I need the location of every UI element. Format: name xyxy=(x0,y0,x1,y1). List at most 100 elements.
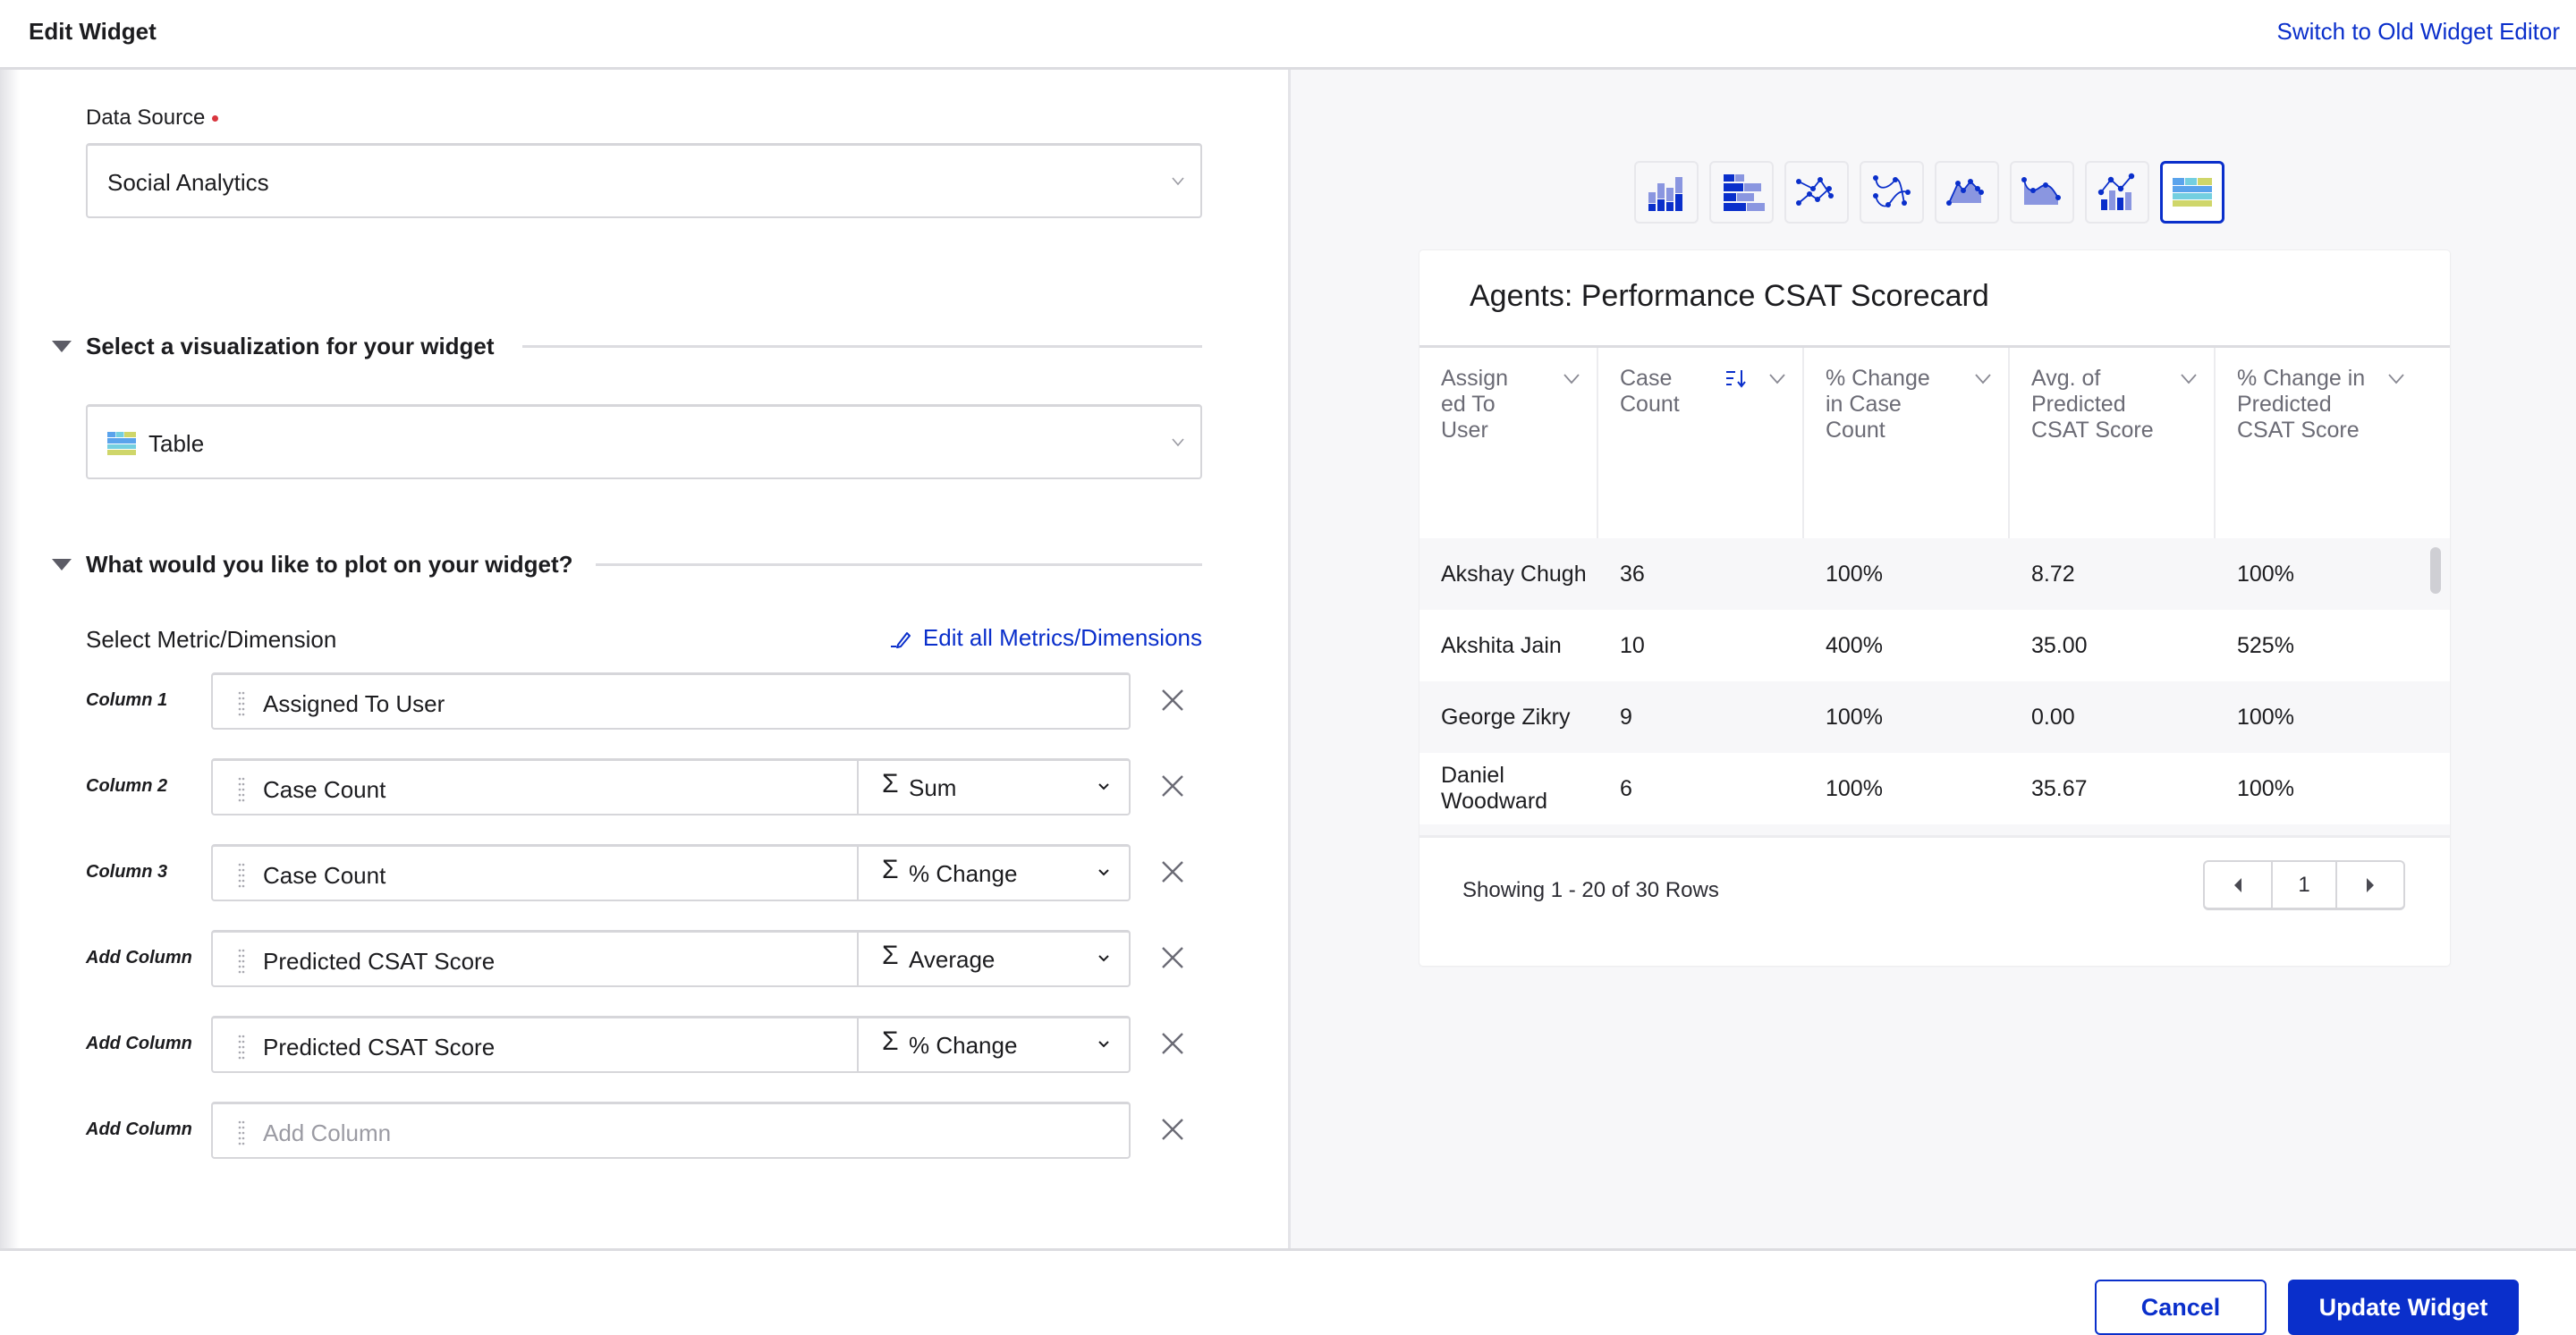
column-field-box: Case Count Σ % Change xyxy=(211,844,1131,901)
table-scrollbar[interactable] xyxy=(2430,547,2441,594)
collapse-triangle-icon xyxy=(52,341,72,352)
caret-left-icon xyxy=(2234,877,2241,892)
table-row[interactable]: Akshay Chugh 36 100% 8.72 100% xyxy=(1419,538,2450,610)
viz-combo-button[interactable] xyxy=(2085,161,2149,224)
spline-area-chart-icon xyxy=(2021,177,2061,205)
viz-area-button[interactable] xyxy=(1935,161,1999,224)
cell-pct-change-csat: 100% xyxy=(2237,704,2294,730)
column-header-text: Avg. of Predicted CSAT Score xyxy=(2031,366,2154,443)
widget-title: Agents: Performance CSAT Scorecard xyxy=(1470,279,1989,313)
drag-handle-icon[interactable] xyxy=(238,1120,245,1145)
cell-pct-change-case: 100% xyxy=(1826,775,1883,801)
cell-avg-csat: 8.72 xyxy=(2031,561,2075,587)
table-row[interactable]: Daniel Woodward 6 100% 35.67 100% xyxy=(1419,753,2450,824)
table-header: Assign ed To User Case Count % Change in… xyxy=(1419,345,2450,538)
next-page-button[interactable] xyxy=(2337,862,2403,908)
cell-pct-change-csat: 525% xyxy=(2237,632,2294,658)
column-header[interactable]: Avg. of Predicted CSAT Score xyxy=(2010,348,2216,538)
collapse-triangle-icon xyxy=(52,559,72,570)
column-field-input[interactable]: Predicted CSAT Score xyxy=(263,1034,495,1061)
chevron-down-icon[interactable] xyxy=(2387,373,2405,385)
drag-handle-icon[interactable] xyxy=(238,1035,245,1060)
cell-pct-change-case: 400% xyxy=(1826,632,1883,658)
remove-column-icon[interactable] xyxy=(1159,1030,1186,1057)
aggregation-value: % Change xyxy=(909,860,1018,887)
column-label: Column 1 xyxy=(86,690,168,710)
data-source-select[interactable]: Social Analytics xyxy=(86,143,1202,218)
data-source-value: Social Analytics xyxy=(107,169,269,196)
viz-spline-area-button[interactable] xyxy=(2010,161,2074,224)
sigma-icon: Σ xyxy=(882,941,899,970)
column-header[interactable]: Assign ed To User xyxy=(1419,348,1598,538)
cell-pct-change-csat: 100% xyxy=(2237,775,2294,801)
edit-all-metrics-link[interactable]: Edit all Metrics/Dimensions xyxy=(889,624,1202,652)
column-header[interactable]: % Change in Predicted CSAT Score xyxy=(2216,348,2450,538)
cell-pct-change-case: 100% xyxy=(1826,561,1883,587)
chevron-down-icon[interactable] xyxy=(1974,373,1992,385)
column-field-input[interactable]: Predicted CSAT Score xyxy=(263,948,495,976)
area-chart-icon xyxy=(1946,179,1984,206)
drag-handle-icon[interactable] xyxy=(238,949,245,974)
chevron-down-icon[interactable] xyxy=(2180,373,2198,385)
column-field-box: Case Count Σ Sum xyxy=(211,758,1131,815)
cell-pct-change-csat: 100% xyxy=(2237,561,2294,587)
column-header[interactable]: Case Count xyxy=(1598,348,1804,538)
aggregation-select[interactable]: Σ % Change xyxy=(857,1016,1131,1073)
chevron-down-icon[interactable] xyxy=(1768,373,1786,385)
stacked-bar-chart-icon xyxy=(1724,174,1765,211)
column-field-input[interactable]: Case Count xyxy=(263,862,386,890)
column-row: Add Column Predicted CSAT Score Σ Averag… xyxy=(86,930,1202,987)
add-column-input[interactable]: Add Column xyxy=(263,1120,391,1147)
aggregation-select[interactable]: Σ Sum xyxy=(857,758,1131,815)
drag-handle-icon[interactable] xyxy=(238,777,245,802)
column-row: Add Column Add Column xyxy=(86,1102,1202,1159)
drag-handle-icon[interactable] xyxy=(238,863,245,888)
remove-column-icon[interactable] xyxy=(1159,1116,1186,1143)
viz-table-button[interactable] xyxy=(2160,161,2224,224)
chevron-down-icon xyxy=(1098,1041,1109,1048)
column-field-input[interactable]: Case Count xyxy=(263,776,386,804)
cell-avg-csat: 35.00 xyxy=(2031,632,2088,658)
column-header[interactable]: % Change in Case Count xyxy=(1804,348,2010,538)
viz-stacked-column-button[interactable] xyxy=(1634,161,1699,224)
sort-descending-icon[interactable] xyxy=(1725,369,1747,389)
section-divider xyxy=(596,563,1202,566)
sigma-icon: Σ xyxy=(882,1027,899,1056)
aggregation-value: Average xyxy=(909,946,996,973)
remove-column-icon[interactable] xyxy=(1159,773,1186,799)
data-source-label: Data Source xyxy=(86,106,219,131)
remove-column-icon[interactable] xyxy=(1159,944,1186,971)
panel-shadow xyxy=(0,70,20,1248)
column-field-input[interactable]: Assigned To User xyxy=(263,690,445,718)
prev-page-button[interactable] xyxy=(2205,862,2271,908)
aggregation-select[interactable]: Σ % Change xyxy=(857,844,1131,901)
table-row[interactable]: George Zikry 9 100% 0.00 100% xyxy=(1419,681,2450,753)
remove-column-icon[interactable] xyxy=(1159,687,1186,714)
plot-section-heading: What would you like to plot on your widg… xyxy=(86,551,573,578)
viz-spline-button[interactable] xyxy=(1860,161,1924,224)
aggregation-select[interactable]: Σ Average xyxy=(857,930,1131,987)
viz-line-button[interactable] xyxy=(1784,161,1849,224)
visualization-section-heading: Select a visualization for your widget xyxy=(86,333,495,359)
switch-to-old-editor-link[interactable]: Switch to Old Widget Editor xyxy=(2277,18,2560,46)
update-widget-button[interactable]: Update Widget xyxy=(2288,1280,2519,1335)
plot-section-toggle[interactable]: What would you like to plot on your widg… xyxy=(52,551,573,579)
chevron-down-icon xyxy=(1172,177,1184,186)
chevron-down-icon[interactable] xyxy=(1563,373,1580,385)
drag-handle-icon[interactable] xyxy=(238,691,245,716)
data-source-label-text: Data Source xyxy=(86,106,206,130)
current-page[interactable]: 1 xyxy=(2271,862,2337,908)
spline-chart-icon xyxy=(1873,175,1911,207)
visualization-select[interactable]: Table xyxy=(86,404,1202,479)
select-metric-dimension-label: Select Metric/Dimension xyxy=(86,626,337,653)
chevron-down-icon xyxy=(1098,869,1109,876)
table-row[interactable]: Akshita Jain 10 400% 35.00 525% xyxy=(1419,610,2450,681)
column-label: Add Column xyxy=(86,1034,192,1053)
visualization-section-toggle[interactable]: Select a visualization for your widget xyxy=(52,333,495,360)
visualization-value: Table xyxy=(148,430,205,457)
table-footer-divider xyxy=(1419,835,2450,838)
cancel-button[interactable]: Cancel xyxy=(2095,1280,2267,1335)
viz-stacked-bar-button[interactable] xyxy=(1709,161,1774,224)
remove-column-icon[interactable] xyxy=(1159,858,1186,885)
pencil-icon xyxy=(890,631,911,648)
